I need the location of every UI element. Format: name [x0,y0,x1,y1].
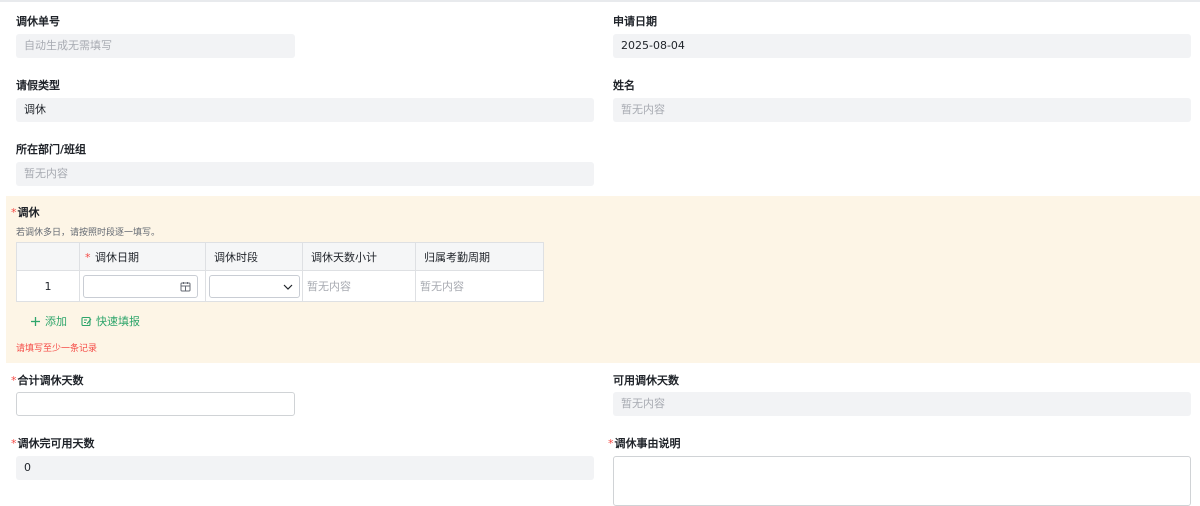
top-divider [0,0,1200,2]
leave-type-label: 请假类型 [16,79,60,92]
apply-date-label: 申请日期 [613,15,657,28]
total-days-input[interactable] [16,392,295,416]
apply-date-field: 2025-08-04 [613,34,1191,58]
date-header-text: 调休日期 [95,250,139,264]
add-row-button[interactable]: 添加 [30,313,67,329]
remaining-days-label: *调休完可用天数 [11,437,95,451]
cycle-cell: 暂无内容 [415,270,544,302]
reason-label-text: 调休事由说明 [614,437,681,450]
available-days-field: 暂无内容 [613,392,1191,416]
date-header: * 调休日期 [79,242,206,271]
reason-textarea[interactable] [613,456,1191,506]
section-hint: 若调休多日，请按照时段逐一填写。 [16,228,161,238]
period-header: 调休时段 [205,242,303,271]
subtotal-cell: 暂无内容 [302,270,416,302]
subtotal-header: 调休天数小计 [302,242,416,271]
remaining-days-field: 0 [16,456,594,480]
quick-fill-label: 快速填报 [96,315,140,328]
row-index: 1 [16,270,80,302]
required-mark: * [11,206,17,219]
required-mark: * [11,437,17,450]
section-title: *调休 [11,206,40,220]
order-no-field: 自动生成无需填写 [16,34,295,58]
quick-fill-icon [81,316,92,326]
remaining-days-label-text: 调休完可用天数 [17,437,95,450]
plus-icon [31,316,40,326]
order-no-label: 调休单号 [16,15,60,28]
reason-label: *调休事由说明 [608,437,681,451]
period-select[interactable] [209,274,300,298]
required-mark: * [608,437,614,450]
index-header [16,242,80,271]
section-title-text: 调休 [17,206,40,219]
name-label: 姓名 [613,79,635,92]
department-label: 所在部门/班组 [16,143,87,156]
required-mark: * [11,374,17,387]
cycle-header: 归属考勤周期 [415,242,544,271]
chevron-down-icon [283,284,293,290]
date-picker-input[interactable] [83,274,198,298]
total-days-label: *合计调休天数 [11,374,84,388]
leave-type-field: 调休 [16,98,594,122]
section-error: 请填写至少一条记录 [16,344,98,354]
table-actions: 添加 快速填报 [30,313,140,329]
add-row-label: 添加 [45,315,67,328]
name-field: 暂无内容 [613,98,1191,122]
leave-detail-table: * 调休日期 调休时段 调休天数小计 归属考勤周期 1 暂无内容 暂无内容 [16,242,544,302]
table-header-row: * 调休日期 调休时段 调休天数小计 归属考勤周期 [16,242,544,271]
period-cell [205,270,303,302]
total-days-label-text: 合计调休天数 [17,374,84,387]
available-days-label: 可用调休天数 [613,374,679,387]
quick-fill-button[interactable]: 快速填报 [81,313,140,329]
department-field: 暂无内容 [16,162,594,186]
required-mark: * [85,250,91,264]
date-cell [79,270,206,302]
calendar-icon [180,281,191,291]
table-row: 1 暂无内容 暂无内容 [16,270,544,302]
